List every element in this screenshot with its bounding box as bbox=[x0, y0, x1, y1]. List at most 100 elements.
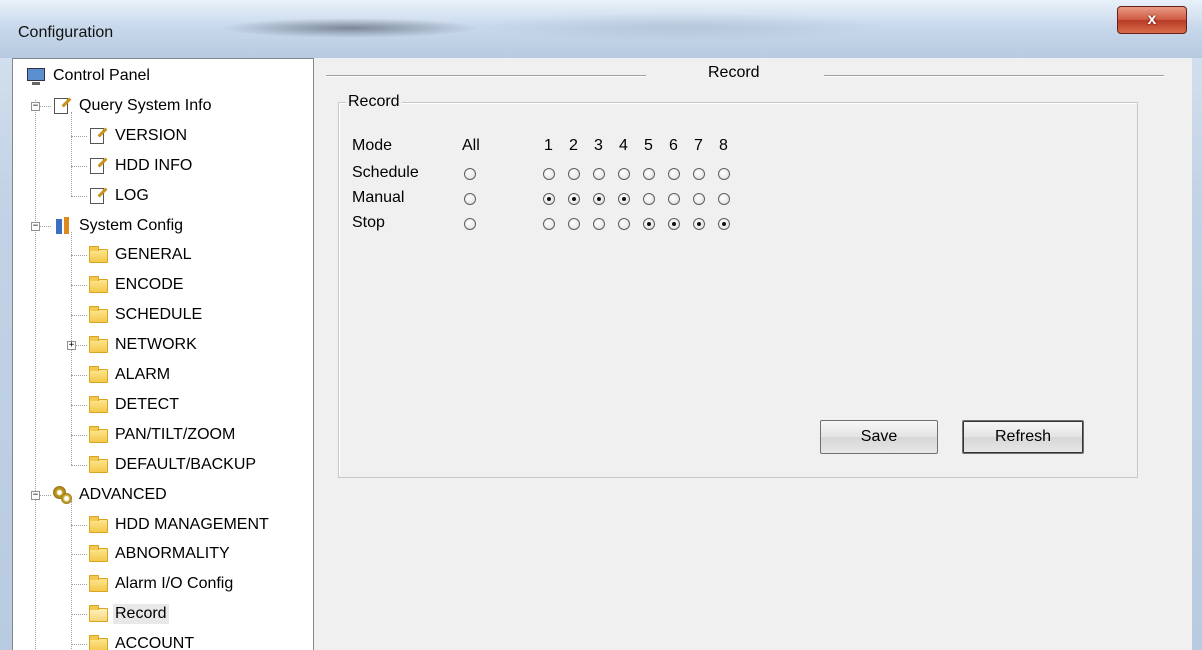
tree-item-hdd-info[interactable]: HDD INFO bbox=[89, 151, 194, 181]
radio-schedule-4[interactable] bbox=[618, 168, 630, 180]
title-separator-right bbox=[824, 75, 1164, 77]
radio-schedule-1[interactable] bbox=[543, 168, 555, 180]
tree-item-label: System Config bbox=[79, 216, 184, 234]
radio-manual-5[interactable] bbox=[643, 193, 655, 205]
tree-item-label: HDD MANAGEMENT bbox=[115, 515, 269, 533]
radio-schedule-6[interactable] bbox=[668, 168, 680, 180]
tree-item-general[interactable]: GENERAL bbox=[89, 240, 193, 270]
folder-icon bbox=[89, 635, 109, 650]
radio-manual-6[interactable] bbox=[668, 193, 680, 205]
tree-item-system-config[interactable]: System Config bbox=[53, 211, 185, 241]
tree-item-label: ENCODE bbox=[115, 276, 184, 294]
tree-item-pan-tilt-zoom[interactable]: PAN/TILT/ZOOM bbox=[89, 420, 237, 450]
collapse-icon[interactable]: − bbox=[31, 101, 40, 111]
folder-icon bbox=[89, 455, 109, 474]
radio-manual-7[interactable] bbox=[693, 193, 705, 205]
tree-item-default-backup[interactable]: DEFAULT/BACKUP bbox=[89, 450, 258, 480]
close-button[interactable]: x bbox=[1117, 6, 1187, 34]
tree-item-account[interactable]: ACCOUNT bbox=[89, 629, 196, 650]
tree-item-label: PAN/TILT/ZOOM bbox=[115, 425, 236, 443]
radio-manual-3[interactable] bbox=[593, 193, 605, 205]
radio-manual-8[interactable] bbox=[718, 193, 730, 205]
radio-stop-4[interactable] bbox=[618, 218, 630, 230]
radio-schedule-2[interactable] bbox=[568, 168, 580, 180]
tree-item-advanced[interactable]: ADVANCED bbox=[53, 480, 169, 510]
tree-item-alarm[interactable]: ALARM bbox=[89, 360, 172, 390]
column-header-8: 8 bbox=[719, 137, 728, 154]
tree-guide-branch bbox=[71, 404, 87, 406]
mode-header: Mode bbox=[352, 137, 393, 154]
titlebar-glass-reflection bbox=[220, 18, 480, 38]
gears-icon bbox=[53, 485, 73, 504]
folder-icon bbox=[89, 575, 109, 593]
folder-open-icon bbox=[89, 605, 109, 623]
column-header-6: 6 bbox=[669, 137, 678, 154]
radio-schedule-7[interactable] bbox=[693, 168, 705, 180]
tree-item-log[interactable]: LOG bbox=[89, 181, 151, 211]
radio-stop-1[interactable] bbox=[543, 218, 555, 230]
tree-guide-branch bbox=[71, 315, 87, 317]
radio-stop-2[interactable] bbox=[568, 218, 580, 230]
tree-guide-branch bbox=[71, 554, 87, 556]
window-title: Configuration bbox=[18, 24, 114, 41]
tree-item-network[interactable]: NETWORK bbox=[89, 330, 199, 360]
navigation-tree[interactable]: Control Panel Query System Info − VERSION HD… bbox=[12, 58, 314, 650]
edit-icon bbox=[53, 97, 73, 115]
tree-item-query-system-info[interactable]: Query System Info bbox=[53, 91, 214, 121]
tree-item-abnormality[interactable]: ABNORMALITY bbox=[89, 539, 232, 569]
radio-stop-3[interactable] bbox=[593, 218, 605, 230]
radio-stop-8[interactable] bbox=[718, 218, 730, 230]
radio-schedule-5[interactable] bbox=[643, 168, 655, 180]
tree-guide-branch bbox=[71, 614, 87, 616]
radio-schedule-3[interactable] bbox=[593, 168, 605, 180]
title-separator-left bbox=[326, 75, 646, 77]
edit-icon bbox=[89, 187, 109, 205]
tree-item-label: Alarm I/O Config bbox=[115, 575, 234, 593]
save-button[interactable]: Save bbox=[820, 420, 938, 454]
collapse-icon[interactable]: − bbox=[31, 490, 40, 500]
tree-item-label: SCHEDULE bbox=[115, 306, 203, 324]
tree-item-label: ACCOUNT bbox=[115, 635, 195, 650]
tree-item-encode[interactable]: ENCODE bbox=[89, 270, 185, 300]
column-header-1: 1 bbox=[544, 137, 553, 154]
tree-item-control-panel[interactable]: Control Panel bbox=[27, 61, 152, 91]
tree-guide-branch bbox=[71, 584, 87, 586]
folder-icon bbox=[89, 515, 109, 534]
tree-guide-branch bbox=[71, 165, 87, 167]
title-bar[interactable]: Configuration x bbox=[0, 0, 1202, 58]
folder-icon bbox=[89, 306, 109, 324]
tree-item-label: Control Panel bbox=[53, 67, 150, 84]
record-panel: Record Record Mode Save Refresh All 1 2 3 4 5… bbox=[324, 58, 1192, 650]
folder-icon bbox=[89, 276, 109, 294]
tree-item-alarm-i-o-config[interactable]: Alarm I/O Config bbox=[89, 569, 235, 599]
column-header-3: 3 bbox=[594, 137, 603, 154]
radio-manual-1[interactable] bbox=[543, 193, 555, 205]
tree-item-record[interactable]: Record bbox=[89, 599, 169, 629]
configuration-window: Configuration x Control Panel Query Syste… bbox=[0, 0, 1202, 650]
radio-schedule-all[interactable] bbox=[464, 168, 476, 180]
radio-schedule-8[interactable] bbox=[718, 168, 730, 180]
radio-stop-7[interactable] bbox=[693, 218, 705, 230]
radio-manual-2[interactable] bbox=[568, 193, 580, 205]
collapse-icon[interactable]: − bbox=[31, 221, 40, 231]
radio-manual-all[interactable] bbox=[464, 193, 476, 205]
tree-item-schedule[interactable]: SCHEDULE bbox=[89, 300, 204, 330]
folder-icon bbox=[89, 545, 109, 563]
tools-icon bbox=[53, 216, 73, 235]
tree-item-version[interactable]: VERSION bbox=[89, 121, 189, 151]
tree-guide-branch bbox=[71, 285, 87, 287]
radio-manual-4[interactable] bbox=[618, 193, 630, 205]
radio-stop-all[interactable] bbox=[464, 218, 476, 230]
tree-item-hdd-management[interactable]: HDD MANAGEMENT bbox=[89, 510, 271, 540]
tree-item-label: LOG bbox=[115, 186, 149, 204]
folder-icon bbox=[89, 395, 109, 414]
column-header-all: All bbox=[462, 137, 480, 154]
tree-item-label: Record bbox=[113, 604, 169, 625]
radio-stop-6[interactable] bbox=[668, 218, 680, 230]
tree-guide-branch bbox=[71, 644, 87, 646]
expand-icon[interactable]: + bbox=[67, 341, 76, 351]
tree-item-label: VERSION bbox=[115, 126, 188, 144]
radio-stop-5[interactable] bbox=[643, 218, 655, 230]
tree-item-detect[interactable]: DETECT bbox=[89, 390, 181, 420]
refresh-button[interactable]: Refresh bbox=[962, 420, 1084, 454]
